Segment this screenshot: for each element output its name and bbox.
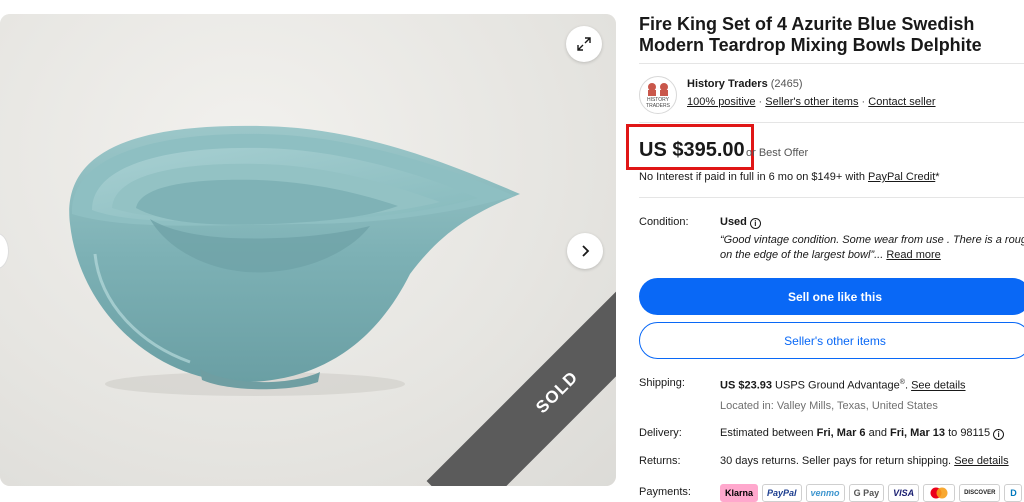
delivery-line: Estimated between Fri, Mar 6 and Fri, Ma… xyxy=(720,427,1005,440)
next-image-button[interactable] xyxy=(567,233,603,269)
seller-name-line: History Traders (2465) xyxy=(687,78,803,90)
shipping-details-link[interactable]: See details xyxy=(911,380,965,392)
seller-card: HISTORY TRADERS History Traders (2465) 1… xyxy=(639,74,1024,114)
mastercard-logo-icon xyxy=(930,487,948,499)
expand-button[interactable] xyxy=(566,26,602,62)
condition-value: Used xyxy=(720,216,747,228)
google-pay-icon: G Pay xyxy=(848,484,885,502)
venmo-icon: venmo xyxy=(805,484,845,502)
mastercard-icon xyxy=(923,484,956,502)
payment-methods: Klarna PayPal venmo G Pay VISA DISCOVER … xyxy=(720,484,1023,502)
payments-label: Payments: xyxy=(639,486,691,498)
returns-text: 30 days returns. Seller pays for return … xyxy=(720,455,955,467)
shipping-line: US $23.93 USPS Ground Advantage®. See de… xyxy=(720,379,966,392)
klarna-icon: Klarna xyxy=(720,484,759,502)
financing-asterisk: * xyxy=(935,171,940,183)
read-more-link[interactable]: Read more xyxy=(886,249,940,261)
returns-details-link[interactable]: See details xyxy=(954,455,1008,467)
shipping-service: USPS Ground Advantage xyxy=(771,379,900,392)
paypal-credit-link[interactable]: PayPal Credit xyxy=(868,171,935,183)
sold-label: SOLD xyxy=(532,367,582,418)
seller-logo-icon: HISTORY TRADERS xyxy=(646,83,671,109)
separator-dot: · xyxy=(755,96,766,108)
paypal-icon: PayPal xyxy=(762,484,802,502)
expand-icon xyxy=(577,37,591,51)
delivery-date-end: Fri, Mar 13 xyxy=(890,427,946,439)
seller-links: 100% positive · Seller's other items · C… xyxy=(687,96,936,108)
info-icon[interactable]: i xyxy=(993,429,1005,440)
delivery-date-start: Fri, Mar 6 xyxy=(816,427,866,439)
divider xyxy=(639,63,1024,64)
sellers-other-items-button[interactable]: Seller's other items xyxy=(639,322,1024,359)
item-location: Located in: Valley Mills, Texas, United … xyxy=(720,400,938,412)
diners-icon: D xyxy=(1004,484,1023,502)
delivery-prefix: Estimated between xyxy=(720,427,817,439)
image-gallery[interactable]: SOLD xyxy=(0,14,616,486)
condition-value-line: Used i xyxy=(720,216,761,229)
seller-positive-link[interactable]: 100% positive xyxy=(687,96,756,108)
seller-logo-line2: TRADERS xyxy=(646,103,671,109)
visa-icon: VISA xyxy=(888,484,920,502)
price: US $395.00 xyxy=(639,139,745,161)
divider xyxy=(639,122,1024,123)
shipping-price: US $23.93 xyxy=(720,379,772,392)
seller-other-items-link[interactable]: Seller's other items xyxy=(765,96,858,108)
info-icon[interactable]: i xyxy=(749,218,761,229)
sell-one-like-this-button[interactable]: Sell one like this xyxy=(639,278,1024,315)
delivery-label: Delivery: xyxy=(639,427,682,439)
financing-line: No Interest if paid in full in 6 mo on $… xyxy=(639,171,940,183)
condition-quote-line1: “Good vintage condition. Some wear from … xyxy=(720,234,1024,246)
best-offer-label: or Best Offer xyxy=(746,147,809,159)
separator-dot: · xyxy=(858,96,869,108)
listing-title: Fire King Set of 4 Azurite Blue Swedish … xyxy=(639,14,982,55)
seller-feedback-count: (2465) xyxy=(770,78,803,90)
discover-icon: DISCOVER xyxy=(959,484,1001,502)
chevron-right-icon xyxy=(582,245,590,257)
delivery-zip: to 98115 xyxy=(945,427,991,439)
shipping-label: Shipping: xyxy=(639,377,685,389)
contact-seller-link[interactable]: Contact seller xyxy=(868,96,935,108)
returns-line: 30 days returns. Seller pays for return … xyxy=(720,455,1009,467)
condition-quote-line2: on the edge of the largest bowl”... xyxy=(720,249,884,261)
delivery-and: and xyxy=(865,427,890,439)
returns-label: Returns: xyxy=(639,455,681,467)
condition-quote-line2-row: on the edge of the largest bowl”... Read… xyxy=(720,249,941,261)
seller-name[interactable]: History Traders xyxy=(687,78,768,90)
divider xyxy=(639,197,1024,198)
condition-label: Condition: xyxy=(639,216,689,228)
seller-avatar[interactable]: HISTORY TRADERS xyxy=(639,76,677,114)
financing-text: No Interest if paid in full in 6 mo on $… xyxy=(639,171,868,183)
